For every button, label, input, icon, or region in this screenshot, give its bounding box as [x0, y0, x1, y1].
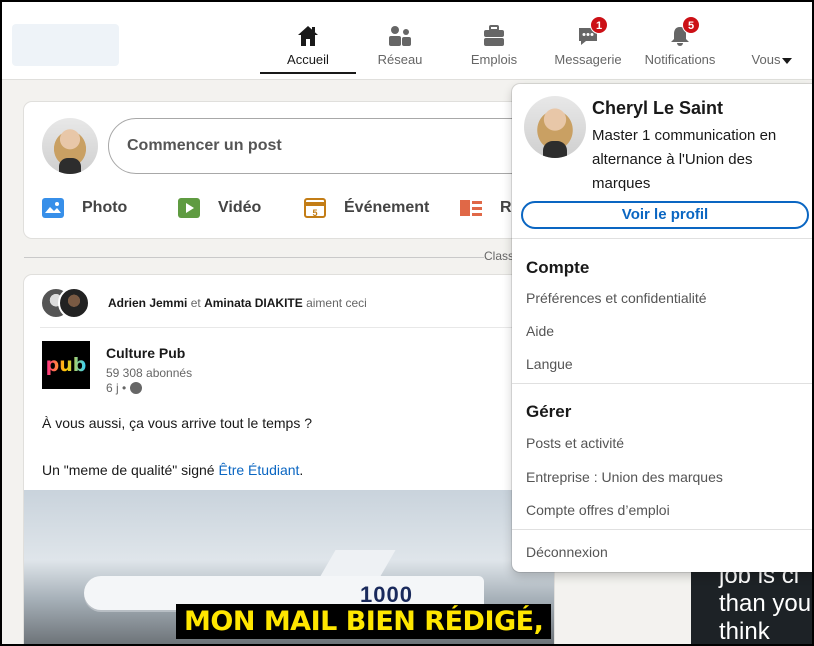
person-link[interactable]: Aminata DIAKITE: [204, 296, 303, 310]
post-text-prefix: Un "meme de qualité" signé: [42, 462, 219, 478]
video-label: Vidéo: [218, 199, 262, 216]
menu-item-help[interactable]: Aide: [526, 323, 554, 339]
chevron-down-icon: [782, 57, 793, 64]
dropdown-avatar[interactable]: [524, 96, 586, 158]
menu-item-job-posting[interactable]: Compte offres d’emploi: [526, 502, 670, 518]
feed-post: Adrien Jemmi et Aminata DIAKITE aiment c…: [24, 275, 554, 646]
article-icon: [460, 198, 482, 218]
action-text: aiment ceci: [306, 296, 367, 310]
feed-divider: [24, 257, 484, 258]
logout-link[interactable]: Déconnexion: [526, 544, 608, 560]
meme-caption: MON MAIL BIEN RÉDIGÉ,: [176, 604, 552, 639]
social-activity-text: Adrien Jemmi et Aminata DIAKITE aiment c…: [108, 296, 367, 310]
nav-me[interactable]: Vous: [742, 18, 802, 80]
top-navbar: Accueil Réseau Emplois 1 Messagerie 5 No…: [0, 0, 814, 80]
view-profile-button[interactable]: Voir le profil: [521, 201, 809, 229]
search-input[interactable]: [12, 24, 119, 66]
divider: [512, 529, 814, 530]
home-icon: [296, 24, 320, 51]
nav-me-label-wrap: Vous: [742, 52, 802, 67]
nav-jobs-label: Emplois: [470, 52, 518, 67]
messaging-badge: 1: [590, 16, 608, 34]
profile-name: Cheryl Le Saint: [592, 98, 724, 118]
divider: [512, 238, 814, 239]
globe-icon: [129, 382, 142, 394]
person-link[interactable]: Adrien Jemmi: [108, 296, 187, 310]
article-label: R: [500, 199, 512, 216]
menu-item-preferences[interactable]: Préférences et confidentialité: [526, 290, 707, 306]
nav-home-label: Accueil: [287, 52, 329, 67]
section-title-manage: Gérer: [526, 402, 572, 421]
notifications-badge: 5: [682, 16, 700, 34]
nav-home[interactable]: Accueil: [260, 18, 356, 80]
post-author[interactable]: Culture Pub: [106, 345, 185, 361]
post-time: 6 j •: [106, 381, 142, 395]
video-icon: [178, 198, 200, 218]
post-text: Un "meme de qualité" signé Être Étudiant…: [42, 462, 303, 478]
menu-item-language[interactable]: Langue: [526, 356, 573, 372]
divider: [40, 327, 540, 328]
mention-link[interactable]: Être Étudiant: [218, 462, 299, 478]
nav-network-label: Réseau: [377, 52, 423, 67]
nav-notifications-label: Notifications: [644, 52, 716, 67]
nav-messaging-label: Messagerie: [554, 52, 622, 67]
briefcase-icon: [482, 24, 506, 51]
profile-dropdown: Cheryl Le Saint Master 1 communication e…: [512, 84, 814, 572]
nav-me-label: Vous: [751, 52, 781, 67]
divider: [512, 383, 814, 384]
event-label: Événement: [344, 199, 430, 216]
network-icon: [387, 24, 413, 51]
menu-item-company[interactable]: Entreprise : Union des marques: [526, 469, 723, 485]
profile-headline: Master 1 communication en alternance à l…: [592, 127, 777, 192]
avatar: [58, 287, 90, 319]
photo-label: Photo: [82, 199, 128, 216]
post-followers: 59 308 abonnés: [106, 366, 193, 380]
menu-item-posts-activity[interactable]: Posts et activité: [526, 435, 624, 451]
nav-network[interactable]: Réseau: [368, 18, 432, 80]
social-activity: Adrien Jemmi et Aminata DIAKITE aiment c…: [40, 287, 540, 319]
promo-text: job is cl than you think: [719, 562, 812, 645]
photo-icon: [42, 198, 64, 218]
nav-jobs[interactable]: Emplois: [462, 18, 526, 80]
nav-notifications[interactable]: 5 Notifications: [636, 16, 724, 80]
calendar-icon: 5: [304, 198, 326, 218]
nav-messaging[interactable]: 1 Messagerie: [548, 16, 628, 80]
company-logo[interactable]: pub: [42, 341, 90, 389]
feed-sort-label[interactable]: Class: [484, 249, 514, 263]
post-text: À vous aussi, ça vous arrive tout le tem…: [42, 415, 313, 431]
connector-text: et: [190, 296, 201, 310]
post-image[interactable]: 1000 MON MAIL BIEN RÉDIGÉ,: [24, 490, 554, 646]
share-box: Commencer un post Photo Vidéo 5 Événemen…: [24, 102, 554, 238]
share-avatar: [42, 118, 98, 174]
start-post-button[interactable]: Commencer un post: [108, 118, 548, 174]
section-title-account: Compte: [526, 258, 590, 277]
svg-text:5: 5: [312, 208, 317, 218]
post-time-text: 6 j •: [106, 381, 127, 395]
company-logo-text: pub: [45, 354, 87, 376]
post-text-suffix: .: [299, 462, 304, 478]
